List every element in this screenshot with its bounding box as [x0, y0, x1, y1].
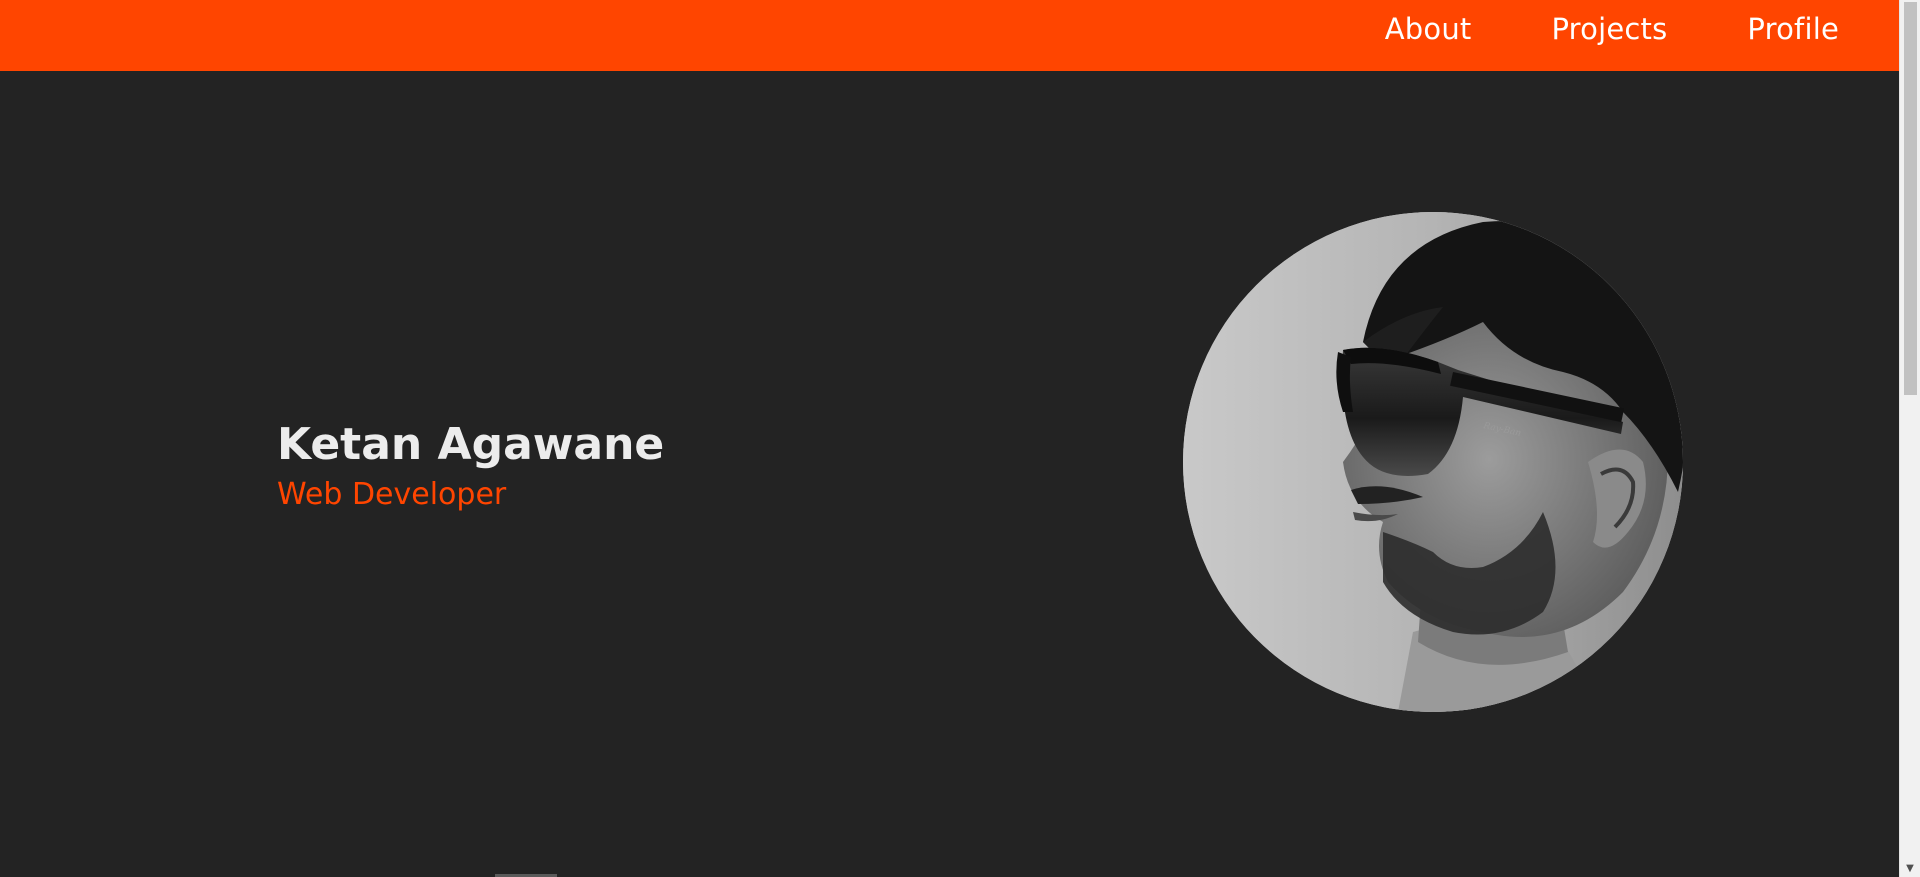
vertical-scrollbar[interactable]: ▼	[1899, 0, 1920, 877]
navbar: About Projects Profile	[0, 0, 1899, 71]
hero-role: Web Developer	[277, 477, 507, 512]
profile-photo: Ray-Ban	[1183, 212, 1683, 712]
nav-links: About Projects Profile	[1385, 0, 1839, 57]
nav-link-profile[interactable]: Profile	[1747, 12, 1839, 46]
chevron-down-icon[interactable]: ▼	[1900, 860, 1920, 877]
profile-photo-illustration: Ray-Ban	[1183, 212, 1683, 712]
page: About Projects Profile Ketan Agawane Web…	[0, 0, 1920, 877]
hero-text: Ketan Agawane Web Developer	[277, 417, 664, 515]
scrollbar-thumb[interactable]	[1904, 2, 1917, 395]
nav-link-about[interactable]: About	[1385, 12, 1472, 46]
viewport: About Projects Profile Ketan Agawane Web…	[0, 0, 1899, 877]
hero-name: Ketan Agawane	[277, 419, 665, 470]
nav-link-projects[interactable]: Projects	[1551, 12, 1667, 46]
